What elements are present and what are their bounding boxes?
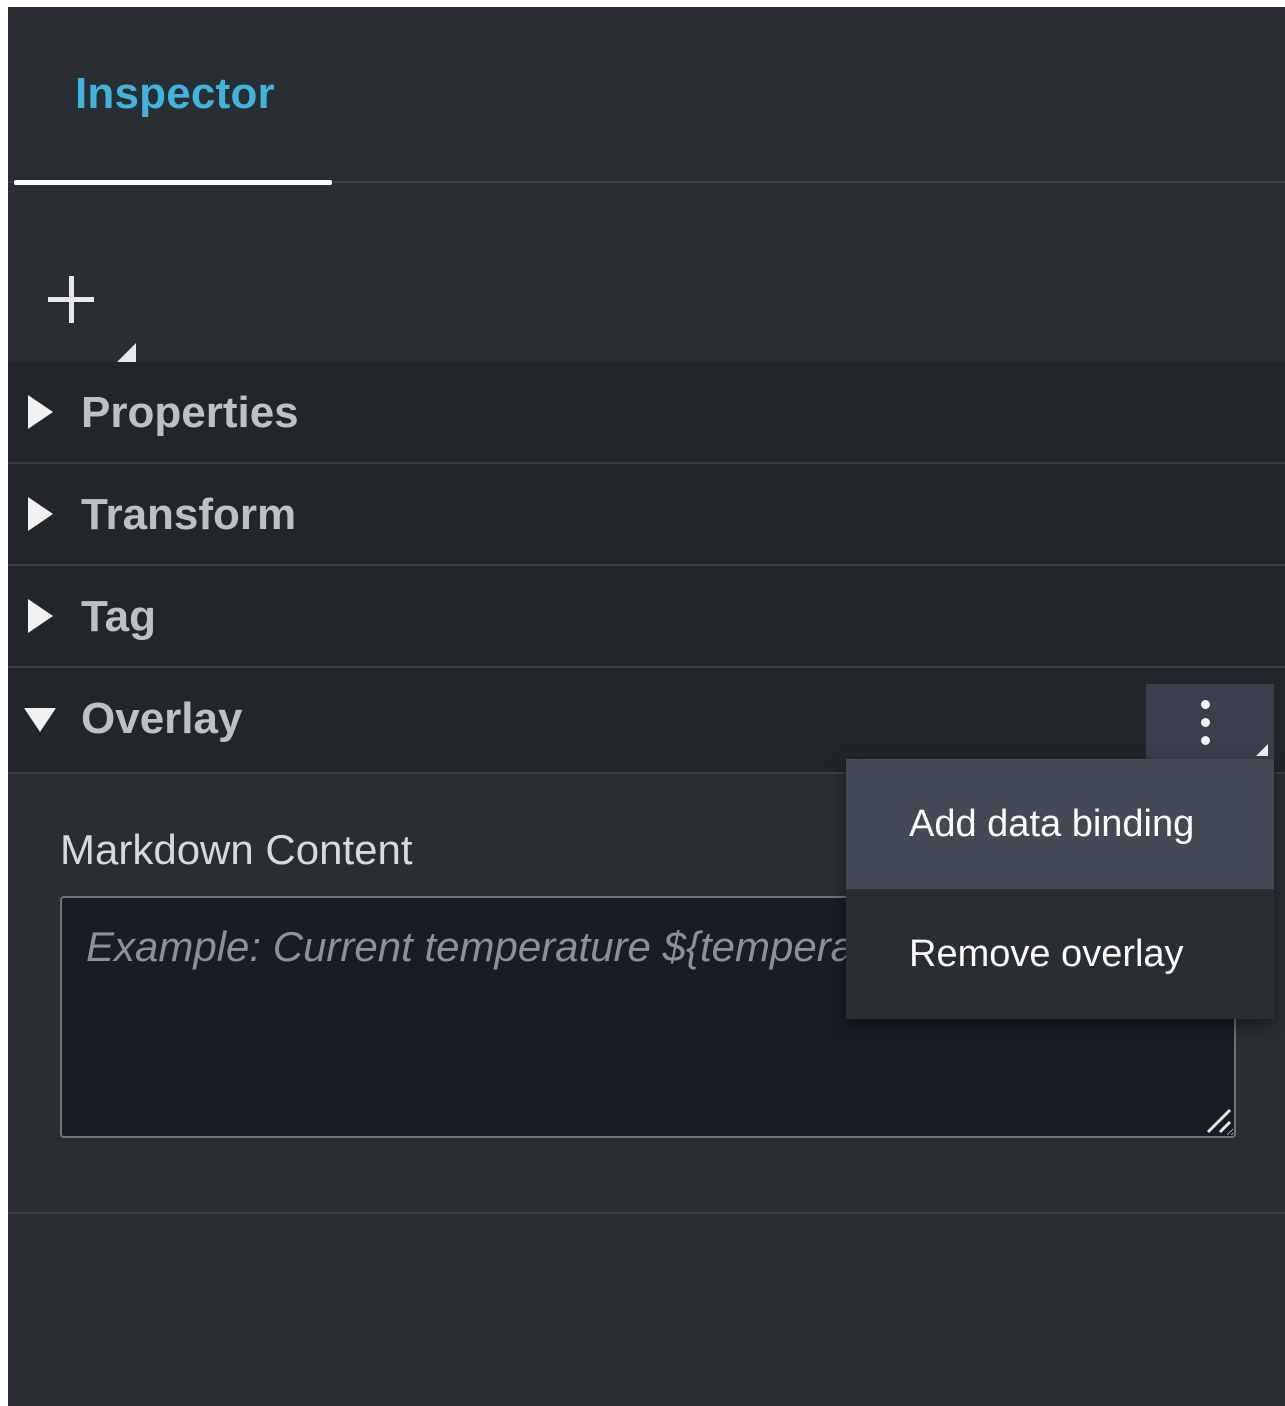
caret-down-icon — [24, 708, 56, 732]
section-label: Tag — [81, 592, 156, 641]
menu-item-add-data-binding[interactable]: Add data binding — [846, 759, 1274, 889]
section-label: Properties — [81, 388, 299, 437]
section-transform[interactable]: Transform — [8, 464, 1285, 566]
tab-bar: Inspector — [8, 7, 1285, 185]
overlay-actions-button[interactable] — [1146, 684, 1274, 762]
add-component-button[interactable] — [34, 263, 144, 363]
tab-label: Inspector — [75, 69, 275, 118]
caret-right-icon — [28, 395, 53, 429]
dropdown-corner-icon — [116, 343, 136, 363]
tab-inspector[interactable]: Inspector — [14, 7, 332, 185]
resize-grip-icon[interactable] — [1202, 1104, 1232, 1134]
inspector-panel: Inspector Properties Transform Tag Overl… — [8, 7, 1285, 1406]
caret-right-icon — [28, 599, 53, 633]
section-label: Overlay — [81, 694, 243, 743]
active-tab-indicator — [14, 180, 332, 185]
caret-right-icon — [28, 497, 53, 531]
dropdown-corner-icon — [1256, 744, 1268, 756]
menu-item-label: Remove overlay — [909, 933, 1184, 975]
overlay-actions-menu: Add data binding Remove overlay — [846, 759, 1274, 1019]
menu-item-remove-overlay[interactable]: Remove overlay — [846, 889, 1274, 1019]
section-label: Transform — [81, 490, 297, 539]
section-tag[interactable]: Tag — [8, 566, 1285, 668]
markdown-content-label: Markdown Content — [60, 826, 413, 873]
menu-item-label: Add data binding — [909, 803, 1195, 845]
section-properties[interactable]: Properties — [8, 362, 1285, 464]
